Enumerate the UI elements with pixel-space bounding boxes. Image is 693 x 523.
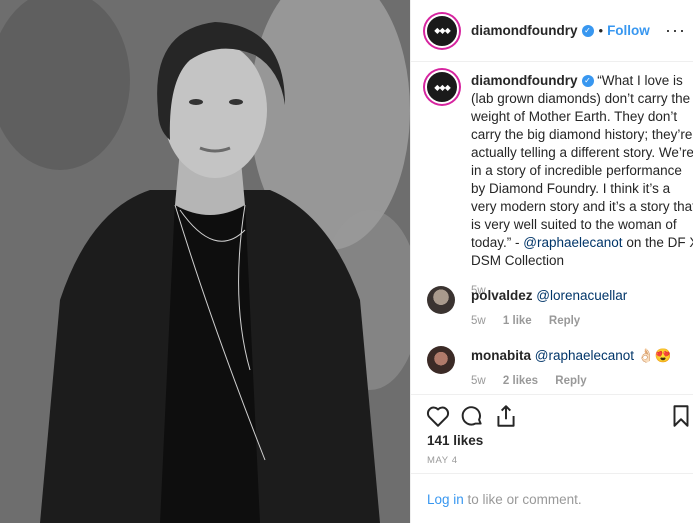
comment-reply-button[interactable]: Reply (549, 315, 580, 327)
diamond-logo-icon: ◆◆◆ (434, 26, 451, 35)
post-panel: ◆◆◆ diamondfoundry ✓ • Follow ··· ◆◆◆ di… (410, 0, 693, 523)
post-date: MAY 4 (427, 455, 458, 466)
comment-text: polvaldez @lorenacuellar (471, 288, 627, 303)
comment-likes[interactable]: 1 like (503, 315, 532, 327)
login-prompt-text: to like or comment. (463, 492, 582, 507)
login-link[interactable]: Log in (427, 492, 464, 507)
comment-time[interactable]: 5w (471, 315, 486, 327)
comments-section[interactable]: ◆◆◆ diamondfoundry ✓ “What I love is (lab… (411, 62, 693, 394)
comment-username[interactable]: polvaldez (471, 288, 533, 303)
share-icon[interactable] (493, 403, 519, 429)
login-prompt: Log in to like or comment. (427, 492, 582, 507)
comment-time[interactable]: 5w (471, 375, 486, 387)
commenter-avatar[interactable] (427, 286, 455, 314)
verified-badge-icon: ✓ (581, 75, 594, 88)
more-options-icon[interactable]: ··· (665, 20, 686, 41)
verified-badge-icon: ✓ (581, 24, 594, 37)
caption-avatar[interactable]: ◆◆◆ (425, 70, 459, 104)
commenter-avatar[interactable] (427, 346, 455, 374)
comment-username[interactable]: monabita (471, 348, 531, 363)
diamond-logo-icon: ◆◆◆ (434, 82, 451, 92)
caption-text: diamondfoundry ✓ “What I love is (lab gro… (471, 72, 693, 300)
caption-username[interactable]: diamondfoundry (471, 73, 578, 88)
likes-count[interactable]: 141 likes (427, 433, 483, 448)
comment-meta: 5w 1 like Reply (471, 315, 594, 327)
comment-reply-button[interactable]: Reply (555, 375, 586, 387)
action-bar: 141 likes MAY 4 (411, 394, 693, 474)
comment-icon[interactable] (459, 403, 485, 429)
post-header: ◆◆◆ diamondfoundry ✓ • Follow ··· (411, 0, 693, 62)
comment-meta: 5w 2 likes Reply (471, 375, 601, 387)
comment-emoji: 👌🏻😍 (637, 348, 672, 363)
caption-mention[interactable]: @raphaelecanot (523, 235, 622, 250)
bookmark-icon[interactable] (668, 403, 693, 429)
comment-mention[interactable]: @lorenacuellar (536, 288, 627, 303)
caption-body: “What I love is (lab grown diamonds) don… (471, 73, 693, 250)
post-photo[interactable] (0, 0, 410, 523)
account-avatar[interactable]: ◆◆◆ (425, 13, 459, 48)
header-username[interactable]: diamondfoundry (471, 23, 578, 38)
comment-likes[interactable]: 2 likes (503, 375, 538, 387)
comment-text: monabita @raphaelecanot 👌🏻😍 (471, 348, 671, 364)
comment-mention[interactable]: @raphaelecanot (535, 348, 634, 363)
follow-button[interactable]: Follow (607, 23, 650, 38)
portrait-image (0, 0, 410, 523)
separator-dot: • (598, 23, 604, 38)
heart-icon[interactable] (425, 403, 451, 429)
